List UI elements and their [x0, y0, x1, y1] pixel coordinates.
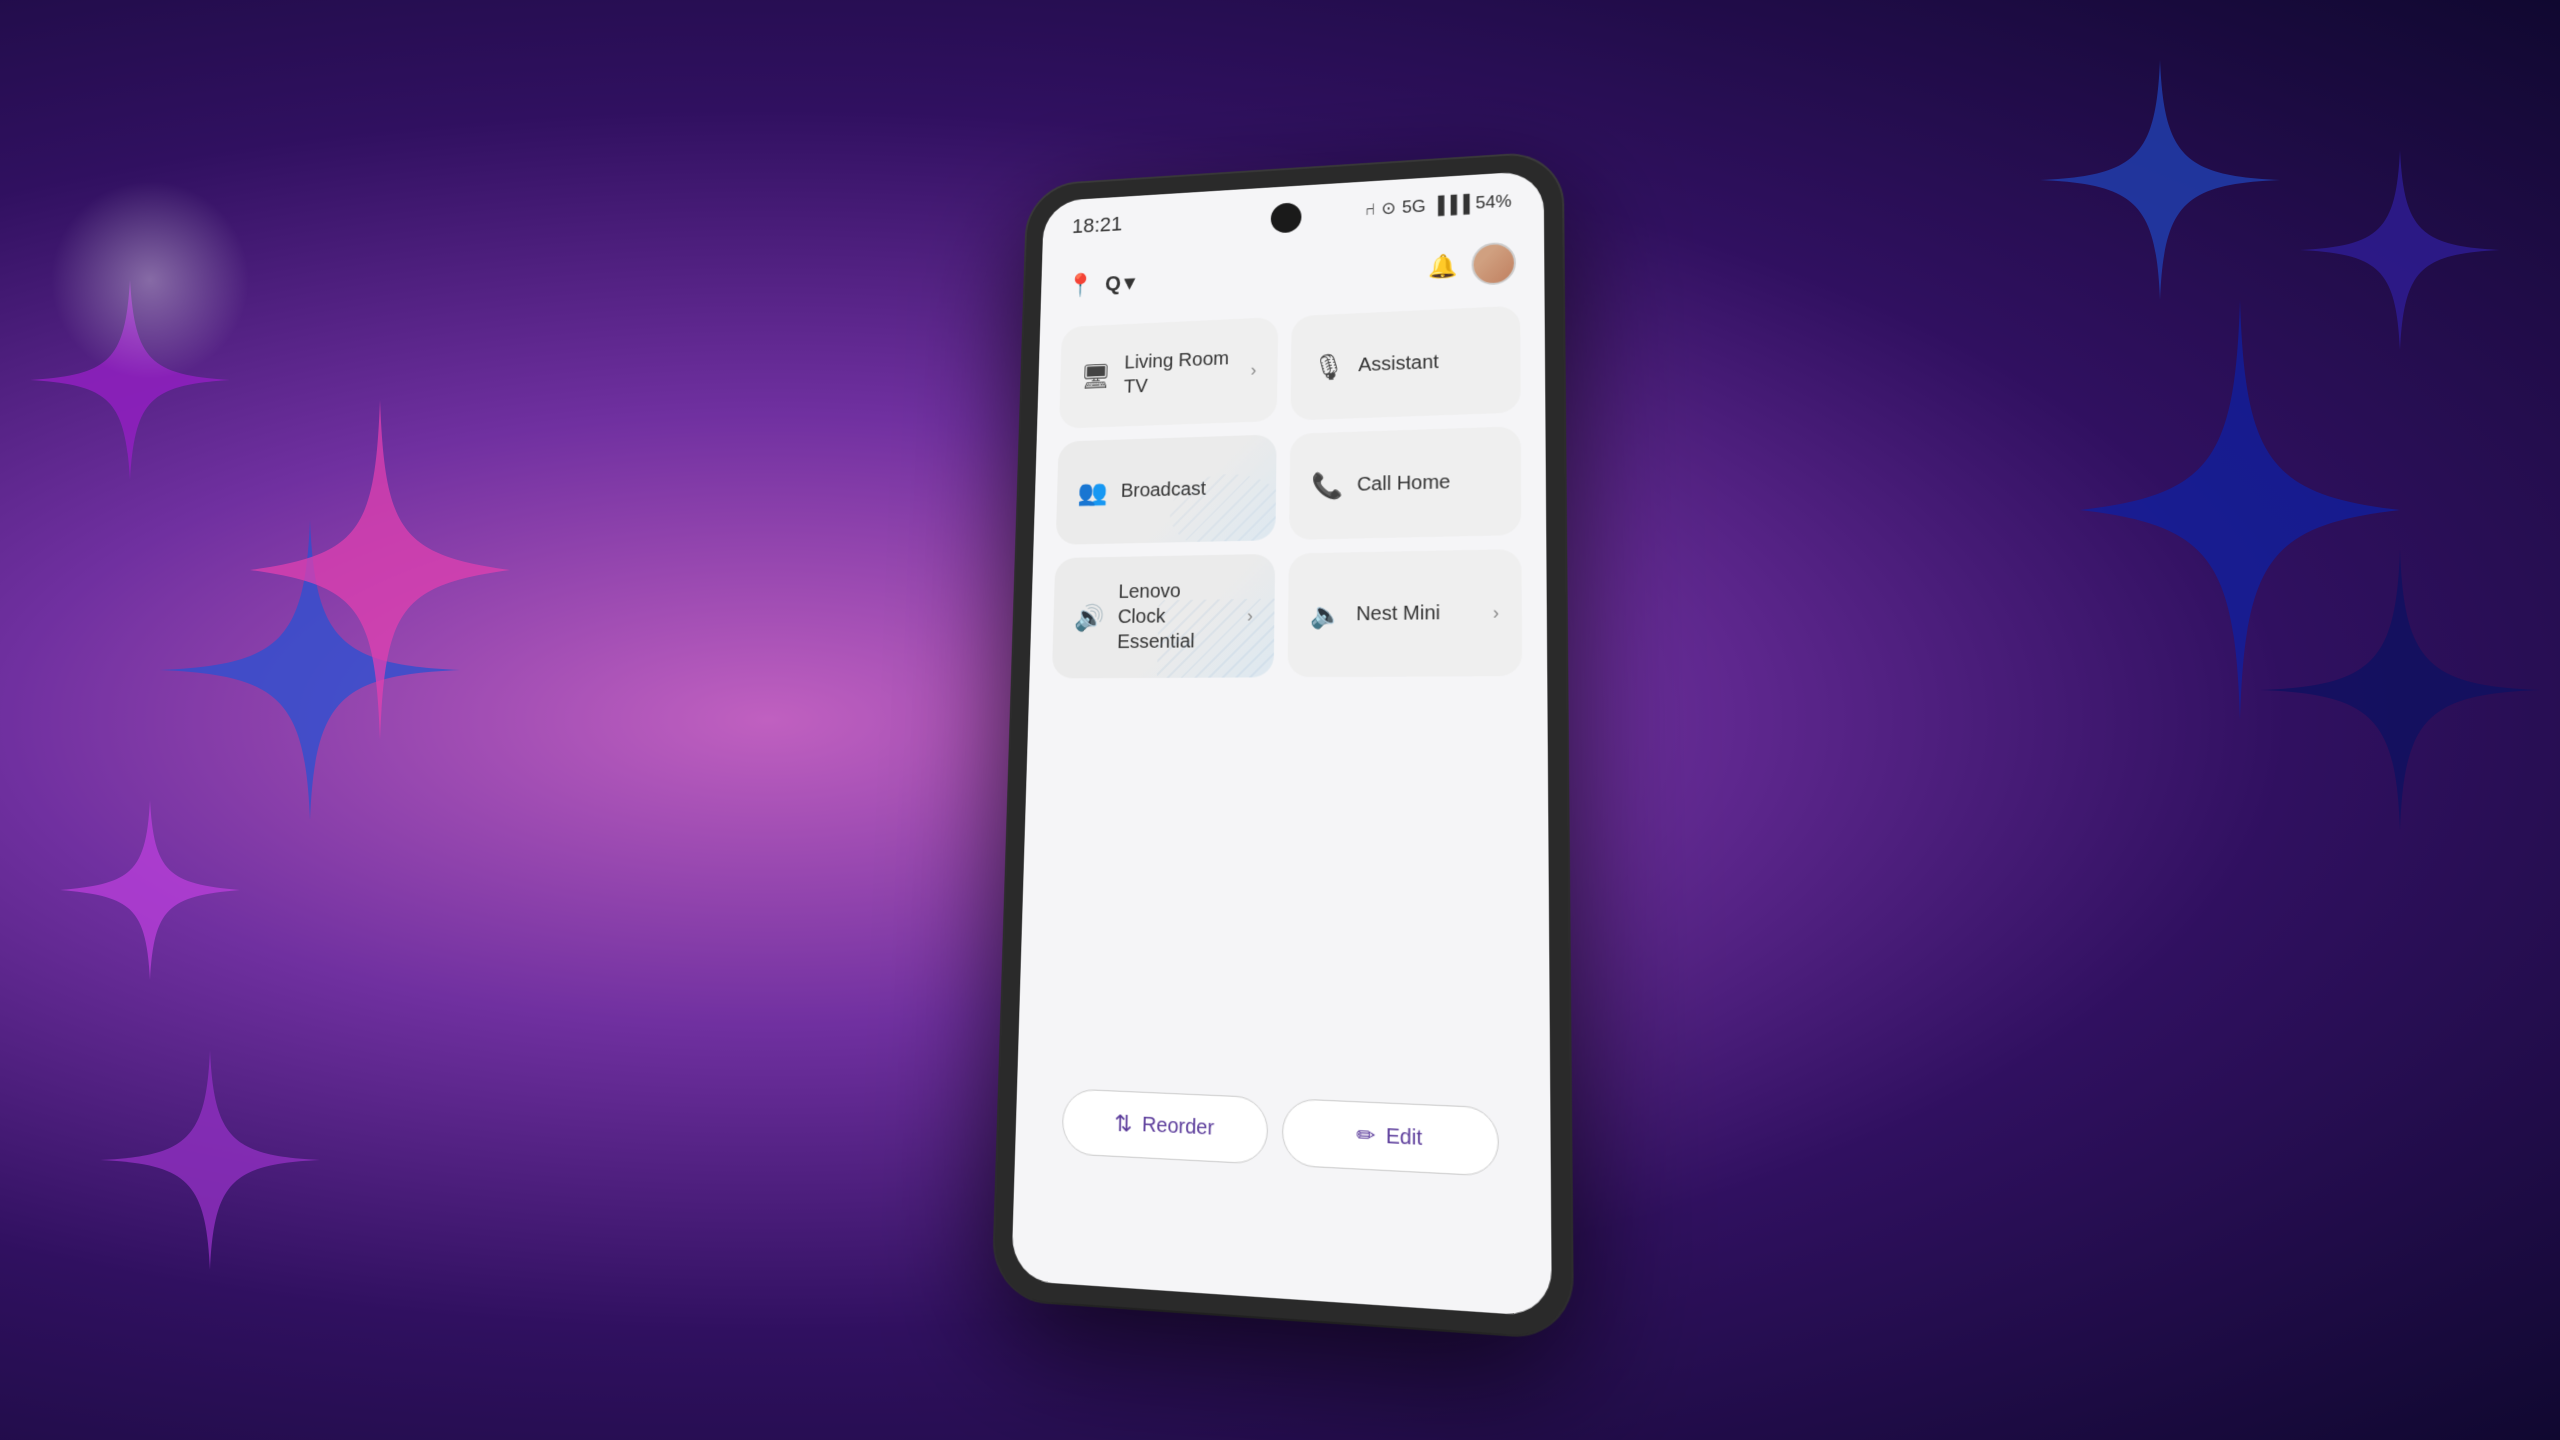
- arrow-icon-nest: ›: [1493, 602, 1499, 623]
- bars-icon: ▐▐▐: [1432, 193, 1470, 215]
- microphone-icon: 🎙: [1312, 351, 1344, 382]
- grid-area: 🖥 Living Room TV › 🎙 Assistant 👥 Broadca…: [1037, 306, 1524, 1205]
- chevron-down-icon: ▾: [1124, 271, 1135, 295]
- deco-star-r4: [2260, 550, 2540, 835]
- deco-star-r2: [2080, 300, 2400, 725]
- nest-mini-label: Nest Mini: [1356, 600, 1440, 627]
- arrow-icon-lenovo: ›: [1247, 605, 1253, 626]
- tv-icon: 🖥: [1080, 361, 1111, 391]
- location-pin-icon[interactable]: 📍: [1066, 271, 1094, 299]
- bluetooth-icon: ⑁: [1365, 199, 1376, 219]
- status-time: 18:21: [1072, 212, 1123, 239]
- arrow-icon-tv: ›: [1250, 360, 1256, 380]
- reorder-icon: ⇅: [1114, 1110, 1133, 1138]
- phone-container: 18:21 ⑁ ⊙ 5G ▐▐▐ 54% 📍 Q ▾: [993, 152, 1572, 1338]
- location-icon-status: ⊙: [1381, 198, 1396, 219]
- deco-star-r3: [2300, 150, 2500, 355]
- call-home-label: Call Home: [1357, 470, 1451, 498]
- nav-left: 📍 Q ▾: [1066, 269, 1135, 299]
- edit-icon: ✏: [1356, 1121, 1375, 1150]
- speaker-icon: 🔊: [1074, 602, 1105, 632]
- deco-star-pink: [250, 400, 510, 745]
- nav-right: 🔔: [1428, 242, 1516, 289]
- nest-icon: 🔈: [1310, 599, 1342, 630]
- status-icons: ⑁ ⊙ 5G ▐▐▐ 54%: [1365, 191, 1512, 219]
- phone-body: 18:21 ⑁ ⊙ 5G ▐▐▐ 54% 📍 Q ▾: [993, 152, 1572, 1338]
- card-call-home[interactable]: 📞 Call Home: [1289, 426, 1521, 540]
- broadcast-icon: 👥: [1077, 477, 1108, 507]
- home-selector[interactable]: Q ▾: [1105, 271, 1135, 296]
- card-living-room-tv[interactable]: 🖥 Living Room TV ›: [1059, 317, 1278, 429]
- edit-label: Edit: [1386, 1124, 1422, 1150]
- living-room-tv-label: Living Room TV: [1124, 346, 1238, 399]
- deco-star-r1: [2040, 60, 2280, 305]
- lenovo-clock-label: Lenovo Clock Essential: [1117, 578, 1234, 655]
- battery-icon: 54%: [1475, 191, 1511, 213]
- deco-star-bl: [100, 1050, 320, 1275]
- bell-icon[interactable]: 🔔: [1428, 252, 1458, 281]
- card-lenovo-clock[interactable]: 🔊 Lenovo Clock Essential ›: [1052, 554, 1275, 679]
- deco-star-1: [30, 280, 230, 485]
- deco-star-3: [60, 800, 240, 985]
- broadcast-label: Broadcast: [1120, 477, 1206, 504]
- card-assistant[interactable]: 🎙 Assistant: [1290, 306, 1520, 421]
- bottom-buttons: ⇅ Reorder ✏ Edit: [1061, 1088, 1498, 1177]
- card-broadcast[interactable]: 👥 Broadcast: [1056, 434, 1277, 544]
- edit-button[interactable]: ✏ Edit: [1282, 1098, 1499, 1177]
- reorder-label: Reorder: [1142, 1113, 1214, 1140]
- home-label: Q: [1105, 271, 1121, 296]
- signal-icon: 5G: [1402, 196, 1426, 217]
- deco-star-2: [160, 520, 460, 825]
- phone-screen: 18:21 ⑁ ⊙ 5G ▐▐▐ 54% 📍 Q ▾: [1011, 170, 1552, 1316]
- device-grid: 🖥 Living Room TV › 🎙 Assistant 👥 Broadca…: [1052, 306, 1522, 679]
- phone-icon: 📞: [1311, 470, 1343, 501]
- card-nest-mini[interactable]: 🔈 Nest Mini ›: [1287, 549, 1522, 677]
- glow-orb: [50, 180, 250, 380]
- reorder-button[interactable]: ⇅ Reorder: [1061, 1088, 1268, 1165]
- assistant-label: Assistant: [1358, 350, 1439, 378]
- avatar[interactable]: [1472, 242, 1516, 286]
